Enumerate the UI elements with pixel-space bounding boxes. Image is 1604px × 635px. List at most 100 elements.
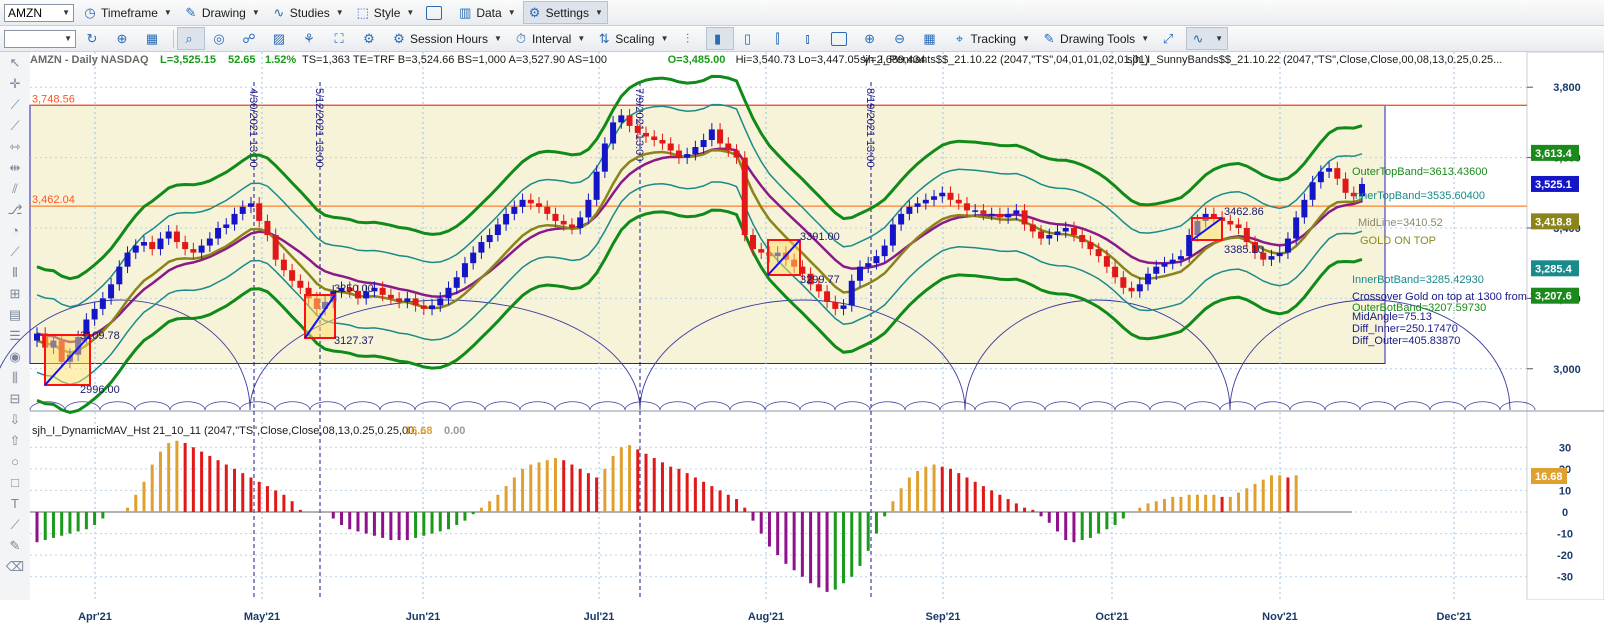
candle-body[interactable]: [297, 280, 304, 288]
candle-body[interactable]: [700, 139, 707, 148]
candle-body[interactable]: [881, 245, 888, 257]
candle-body[interactable]: [873, 256, 880, 264]
candle-body[interactable]: [478, 242, 485, 253]
candle-body[interactable]: [190, 249, 197, 253]
candle-body[interactable]: [1177, 256, 1184, 260]
candle-body[interactable]: [659, 139, 666, 144]
candle-body[interactable]: [1161, 263, 1168, 267]
candle-body[interactable]: [749, 235, 756, 250]
candle-body[interactable]: [922, 199, 929, 204]
candle-body[interactable]: [1268, 256, 1275, 260]
candle-body[interactable]: [618, 115, 625, 123]
candle-body[interactable]: [149, 242, 156, 250]
candle-body[interactable]: [289, 270, 296, 281]
candle-body[interactable]: [643, 132, 650, 137]
candle-body[interactable]: [1293, 217, 1300, 239]
candle-body[interactable]: [198, 245, 205, 253]
candle-body[interactable]: [1153, 266, 1160, 274]
candle-body[interactable]: [996, 213, 1003, 218]
candle-body[interactable]: [108, 284, 115, 299]
candle-body[interactable]: [256, 203, 263, 221]
candle-body[interactable]: [1046, 235, 1053, 239]
candle-body[interactable]: [1334, 168, 1341, 179]
candle-body[interactable]: [511, 206, 518, 214]
candle-body[interactable]: [519, 199, 526, 207]
candle-body[interactable]: [396, 298, 403, 302]
candle-body[interactable]: [963, 203, 970, 211]
candle-body[interactable]: [1095, 249, 1102, 257]
candle-body[interactable]: [1013, 210, 1020, 214]
candle-body[interactable]: [601, 143, 608, 172]
candle-body[interactable]: [552, 213, 559, 221]
candle-body[interactable]: [725, 143, 732, 151]
candle-body[interactable]: [1235, 224, 1242, 228]
candle-body[interactable]: [1301, 199, 1308, 218]
candle-body[interactable]: [206, 238, 213, 246]
candle-body[interactable]: [758, 249, 765, 253]
candle-body[interactable]: [1136, 284, 1143, 292]
candle-body[interactable]: [1005, 213, 1012, 218]
candle-body[interactable]: [280, 259, 287, 271]
candle-body[interactable]: [708, 129, 715, 140]
candle-body[interactable]: [264, 220, 271, 236]
candle-body[interactable]: [215, 227, 222, 239]
candle-body[interactable]: [412, 298, 419, 306]
candle-body[interactable]: [1342, 178, 1349, 193]
candle-body[interactable]: [667, 143, 674, 151]
candle-body[interactable]: [980, 210, 987, 214]
candle-body[interactable]: [1309, 182, 1316, 200]
candle-body[interactable]: [157, 238, 164, 250]
candle-body[interactable]: [856, 266, 863, 281]
candle-body[interactable]: [626, 115, 633, 126]
candle-body[interactable]: [577, 217, 584, 228]
candle-body[interactable]: [453, 277, 460, 288]
candle-body[interactable]: [247, 203, 254, 207]
candle-body[interactable]: [91, 308, 98, 320]
candle-body[interactable]: [1326, 168, 1333, 172]
candle-body[interactable]: [848, 280, 855, 306]
candle-body[interactable]: [1276, 252, 1283, 257]
candle-body[interactable]: [610, 122, 617, 144]
candle-body[interactable]: [1169, 259, 1176, 264]
candle-body[interactable]: [593, 171, 600, 200]
candle-body[interactable]: [470, 252, 477, 264]
candle-body[interactable]: [898, 213, 905, 225]
candle-body[interactable]: [1120, 277, 1127, 288]
candle-body[interactable]: [1079, 235, 1086, 243]
candle-body[interactable]: [889, 224, 896, 246]
candle-body[interactable]: [914, 203, 921, 207]
candle-body[interactable]: [379, 287, 386, 295]
candle-body[interactable]: [1038, 231, 1045, 239]
candle-body[interactable]: [165, 231, 172, 239]
candle-body[interactable]: [865, 263, 872, 267]
candle-body[interactable]: [1210, 213, 1217, 218]
candle-body[interactable]: [568, 224, 575, 228]
candle-body[interactable]: [651, 136, 658, 140]
candle-body[interactable]: [182, 242, 189, 250]
candle-body[interactable]: [1227, 220, 1234, 225]
candle-body[interactable]: [1087, 242, 1094, 250]
indicator-pane[interactable]: [30, 412, 1527, 600]
candle-body[interactable]: [544, 206, 551, 214]
candle-body[interactable]: [1103, 256, 1110, 267]
candle-body[interactable]: [675, 150, 682, 158]
candle-body[interactable]: [231, 213, 238, 225]
candle-body[interactable]: [824, 291, 831, 302]
candle-body[interactable]: [404, 298, 411, 302]
candle-body[interactable]: [939, 192, 946, 197]
candle-body[interactable]: [1128, 287, 1135, 292]
candle-body[interactable]: [1145, 273, 1152, 285]
candle-body[interactable]: [1029, 224, 1036, 232]
candle-body[interactable]: [132, 245, 139, 253]
candle-body[interactable]: [906, 206, 913, 214]
candle-body[interactable]: [494, 224, 501, 236]
candle-body[interactable]: [692, 147, 699, 155]
candle-body[interactable]: [461, 263, 468, 278]
candle-body[interactable]: [486, 235, 493, 243]
candle-body[interactable]: [560, 220, 567, 225]
candle-body[interactable]: [733, 150, 740, 158]
candle-body[interactable]: [1243, 227, 1250, 243]
candle-body[interactable]: [437, 298, 444, 306]
candle-body[interactable]: [1021, 210, 1028, 225]
candle-body[interactable]: [116, 266, 123, 285]
